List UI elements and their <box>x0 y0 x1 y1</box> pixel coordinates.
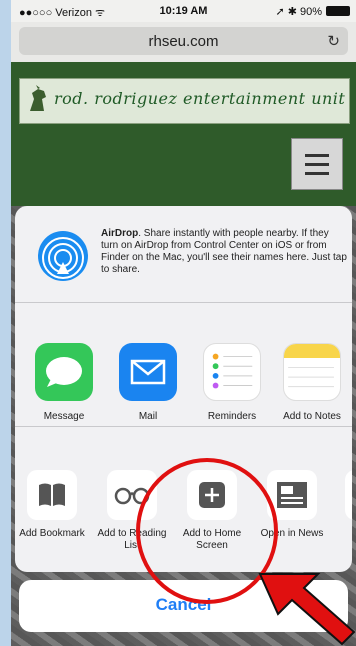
horse-logo-icon <box>30 85 46 111</box>
website-header: rod. rodriguez entertainment unit <box>11 62 356 212</box>
reminders-icon <box>203 343 261 401</box>
site-banner-text: rod. rodriguez entertainment unit <box>54 89 346 108</box>
reload-icon[interactable]: ↻ <box>327 32 340 50</box>
airdrop-section[interactable]: AirDrop. Share instantly with people nea… <box>15 206 352 302</box>
airdrop-description: AirDrop. Share instantly with people nea… <box>101 228 347 275</box>
share-apps-row: Message Mail Reminders Add to Notes <box>15 302 352 426</box>
url-field[interactable]: rhseu.com ↻ <box>19 27 348 55</box>
status-bar: ●●○○○ Verizon ᯤ 10:19 AM ➚ ✱ 90% <box>11 0 356 22</box>
notes-icon <box>283 343 341 401</box>
partial-action-icon <box>345 470 352 520</box>
hamburger-menu-icon[interactable] <box>291 138 343 190</box>
battery-percent: ➚ ✱ 90% <box>275 6 322 18</box>
message-icon <box>35 343 93 401</box>
battery-icon <box>326 6 350 16</box>
browser-address-bar: rhseu.com ↻ <box>11 22 356 62</box>
url-text: rhseu.com <box>148 33 219 50</box>
airdrop-icon <box>38 231 88 281</box>
bookmark-icon <box>27 470 77 520</box>
site-banner[interactable]: rod. rodriguez entertainment unit <box>19 78 350 124</box>
red-arrow-icon <box>258 573 356 646</box>
mail-icon <box>119 343 177 401</box>
